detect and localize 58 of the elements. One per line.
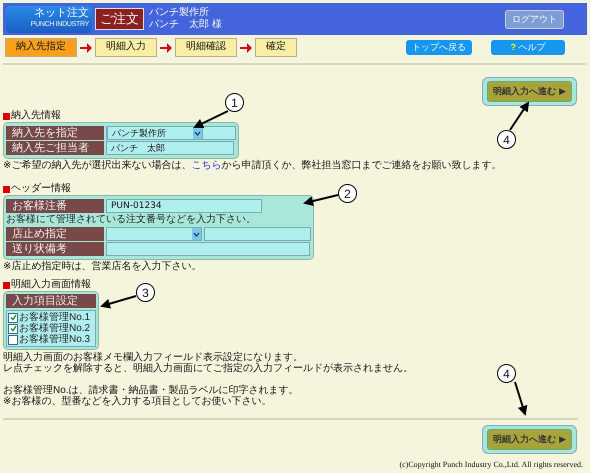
hint-text: お客様にて管理されている注文番号などを入力下さい。 <box>6 214 257 226</box>
callout-arrow <box>303 194 338 206</box>
field-label: 納入先ご担当者 <box>6 141 104 155</box>
section-marker <box>3 282 10 288</box>
callout-number: 2 <box>338 184 357 203</box>
step-indicator: 明細入力 <box>95 38 157 57</box>
page-title: ご注文 <box>95 8 144 30</box>
callout-number: 1 <box>225 93 244 112</box>
section-marker <box>3 112 10 120</box>
logo-title: ネット注文 <box>34 7 89 19</box>
next-button[interactable]: 明細入力へ進む ▶ <box>486 81 572 102</box>
section-heading: 明細入力画面情報 <box>11 279 91 291</box>
arrow-icon <box>239 42 253 54</box>
checkbox-label: お客様管理No.1 <box>19 312 90 322</box>
callout-number: 3 <box>136 283 155 302</box>
callout-arrow <box>100 295 136 309</box>
help-button[interactable]: ? ヘルプ <box>491 40 565 55</box>
field-label: 店止め指定 <box>6 227 104 241</box>
logout-button[interactable]: ログアウト <box>505 10 564 28</box>
callout-arrow <box>514 382 528 416</box>
arrow-icon <box>79 42 93 54</box>
next-button[interactable]: 明細入力へ進む ▶ <box>486 429 572 450</box>
arrow-icon <box>159 42 173 54</box>
note-text: お客様管理No.は、請求書・納品書・製品ラベルに印字されます。 <box>3 385 299 396</box>
field-label: 送り状備考 <box>6 242 104 256</box>
step-indicator: 確定 <box>255 38 297 57</box>
checkbox-label: お客様管理No.2 <box>19 322 90 334</box>
copyright-text: (c)Copyright Punch Industry Co.,Ltd. All rights reserved. <box>399 460 583 469</box>
section-heading: 納入先情報 <box>11 110 61 122</box>
input-field[interactable] <box>106 242 310 256</box>
note-text: ※ご希望の納入先が選択出来ない場合は、こちらから申請頂くか、弊社担当窓口までご連絡をお願い致します。 <box>3 160 502 172</box>
checkbox[interactable] <box>8 334 18 344</box>
section-heading: ヘッダー情報 <box>11 183 71 195</box>
input-field[interactable]: PUN-01234 <box>106 199 262 213</box>
callout-number: 4 <box>497 364 516 383</box>
callout-arrow <box>193 110 228 128</box>
section-marker <box>3 186 10 192</box>
field-label: 納入先を指定 <box>6 126 104 140</box>
note-text: 明細入力画面のお客様メモ欄入力フィールド表示設定になります。 <box>3 352 303 363</box>
callout-number: 4 <box>497 130 516 149</box>
top-page-button[interactable]: トップへ戻る <box>406 40 472 55</box>
panel-title: 入力項目設定 <box>6 294 96 308</box>
company-name: パンチ製作所 <box>149 7 210 18</box>
callout-arrow <box>509 101 530 131</box>
note-text: ※お客様の、型番などを入力する項目としてお使い下さい。 <box>3 396 272 407</box>
input-field[interactable] <box>204 227 311 241</box>
checkbox-label: お客様管理No.3 <box>19 334 90 346</box>
user-name: パンチ 太郎 様 <box>149 19 222 31</box>
dropdown[interactable]: パンチ製作所 <box>107 126 203 140</box>
step-indicator: 納入先指定 <box>5 38 77 57</box>
input-field[interactable]: パンチ 太郎 <box>106 141 234 155</box>
step-indicator: 明細確認 <box>175 38 237 57</box>
checkbox[interactable] <box>8 312 18 322</box>
request-link[interactable]: こちら <box>191 160 222 171</box>
note-text: ※店止め指定時は、営業店名を入力下さい。 <box>3 261 202 273</box>
note-text: レ点チェックを解除すると、明細入力画面にてご指定の入力フィールドが表示されません。 <box>3 363 413 374</box>
field-label: お客様注番 <box>6 199 104 213</box>
checkbox[interactable] <box>8 324 18 334</box>
